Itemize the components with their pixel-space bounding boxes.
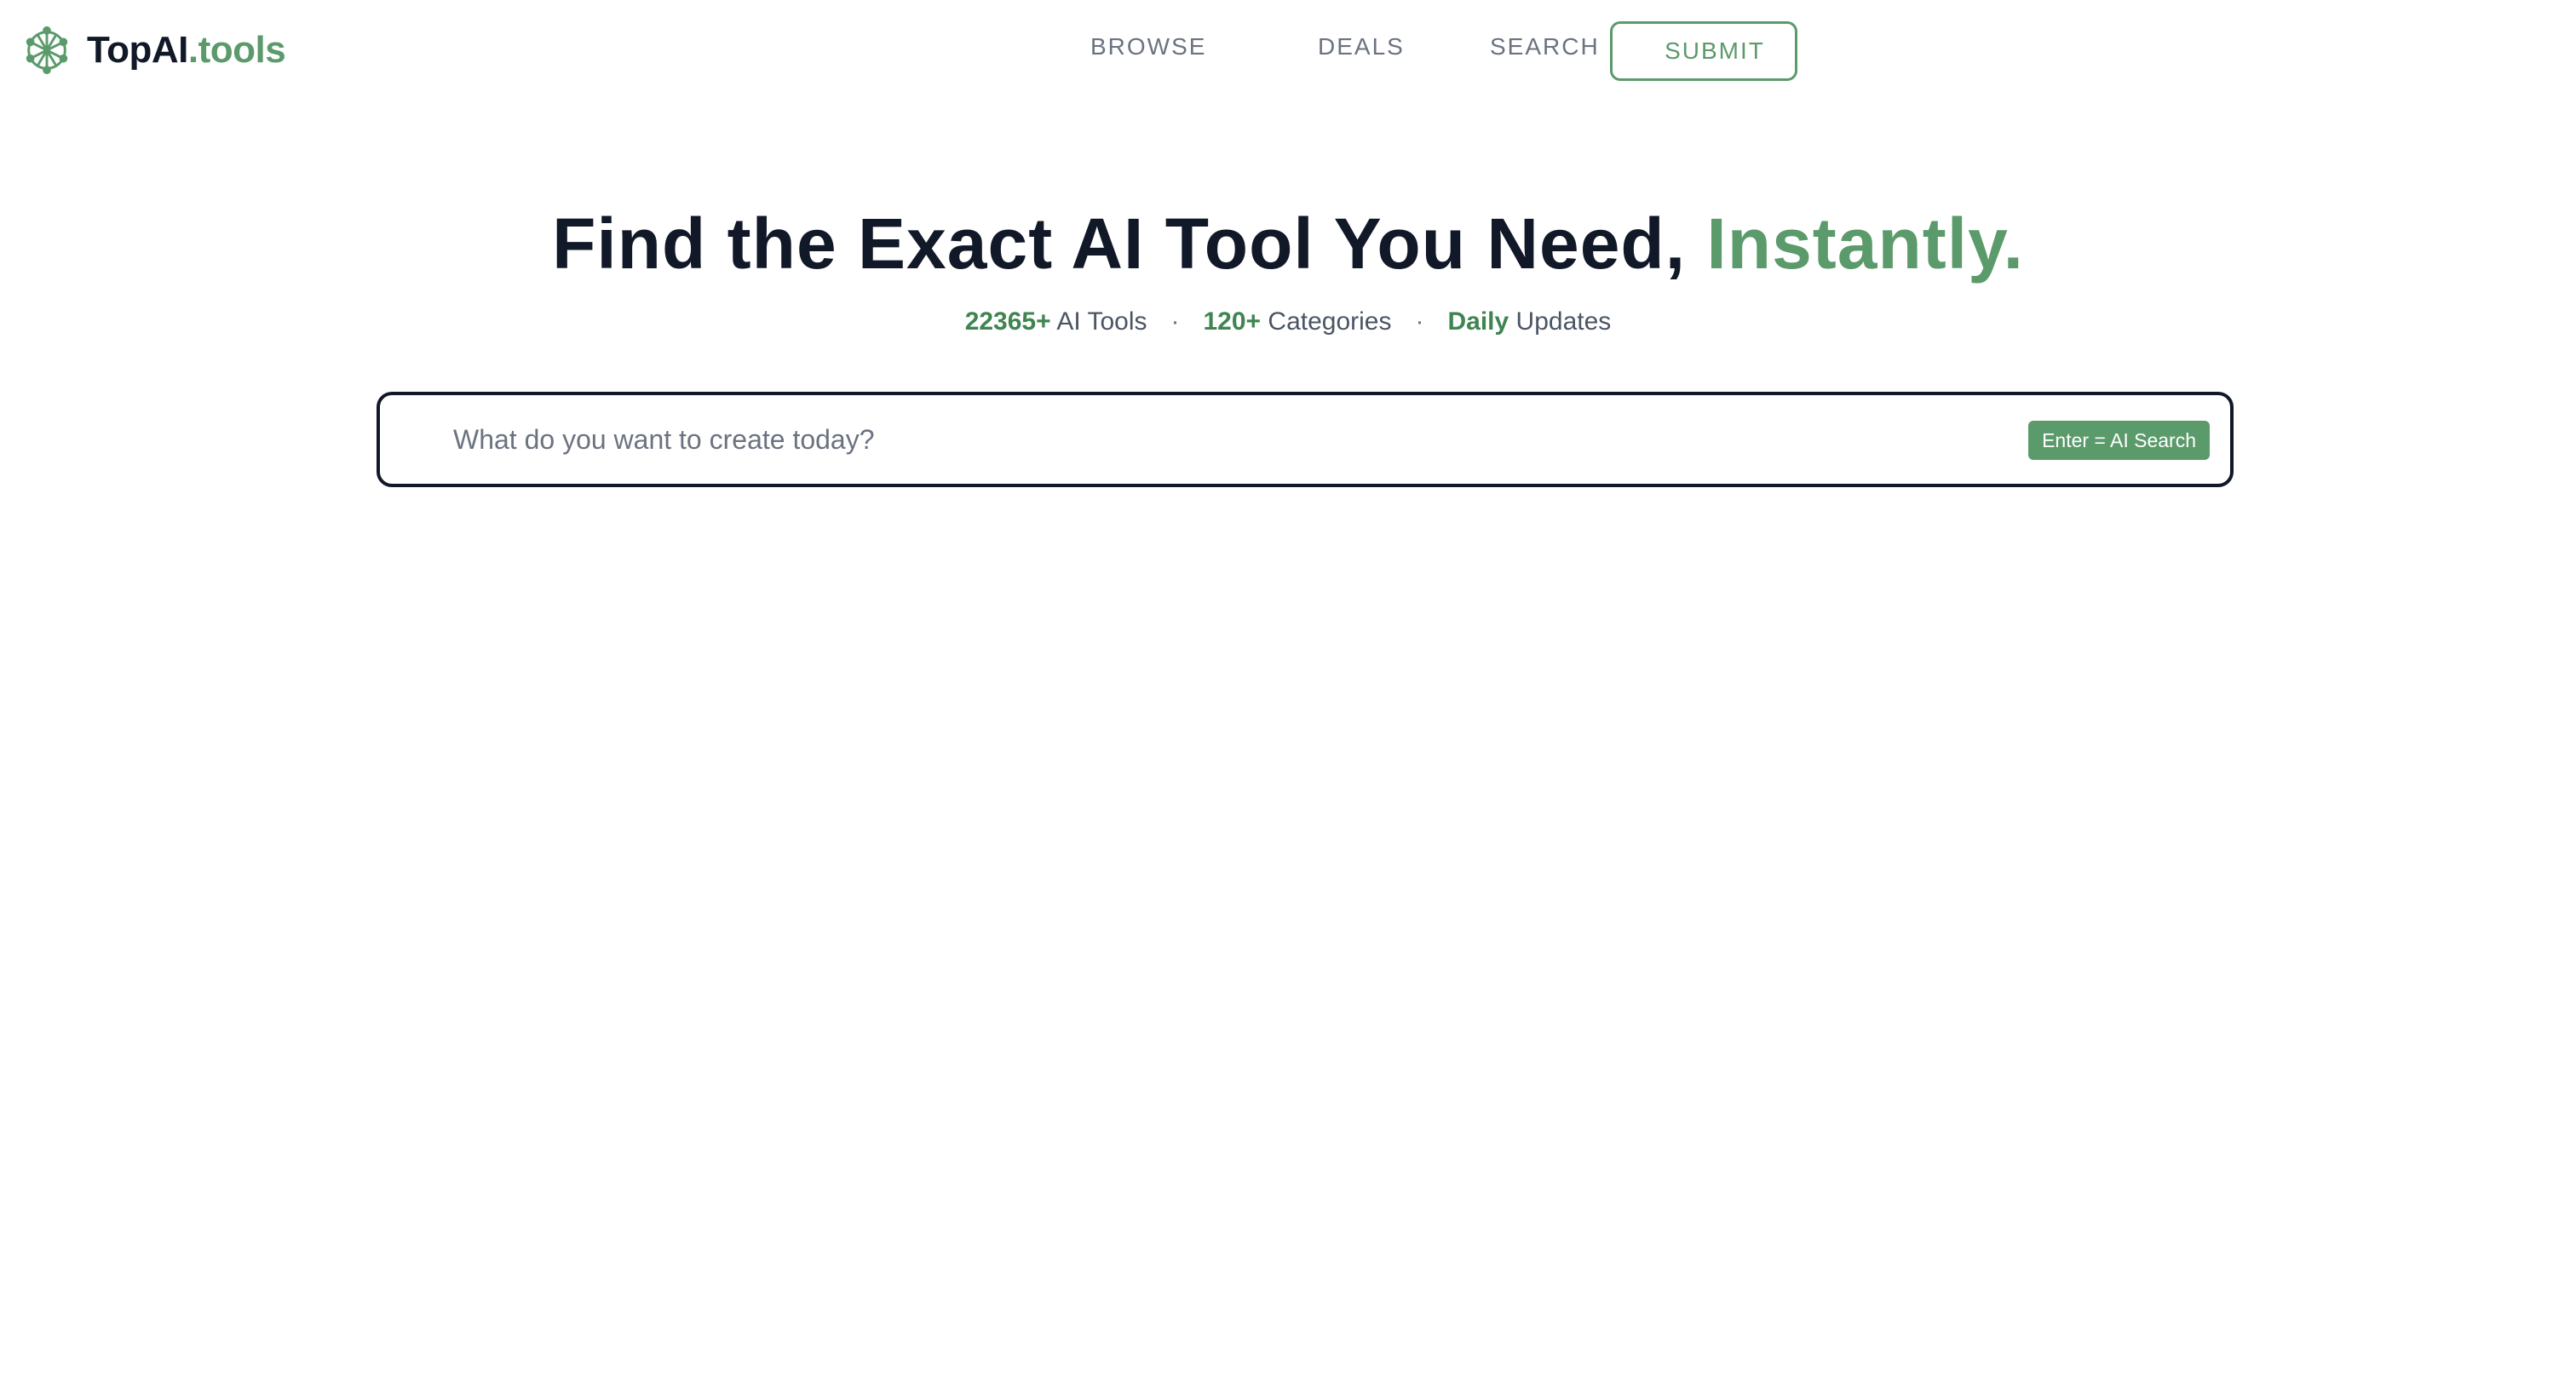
- hero-title: Find the Exact AI Tool You Need, Instant…: [0, 204, 2576, 283]
- search-input[interactable]: [453, 395, 1987, 484]
- stat-categories: 120+ Categories: [1204, 307, 1392, 336]
- site-header: TopAI.tools BROWSE DEALS SEARCH SUBMIT: [0, 0, 2576, 102]
- stat-updates: Daily Updates: [1448, 307, 1612, 336]
- stat-separator: ·: [1415, 307, 1424, 336]
- stat-tools-label: AI Tools: [1050, 307, 1147, 336]
- nav-deals-link[interactable]: DEALS: [1318, 35, 1405, 59]
- main-nav: BROWSE DEALS SEARCH SUBMIT: [0, 0, 2576, 102]
- submit-button[interactable]: SUBMIT: [1610, 21, 1797, 81]
- stat-separator: ·: [1170, 307, 1180, 336]
- page: TopAI.tools BROWSE DEALS SEARCH SUBMIT F…: [0, 0, 2576, 1378]
- ai-search-badge[interactable]: Enter = AI Search: [2028, 421, 2210, 460]
- search-box: Enter = AI Search: [377, 392, 2234, 487]
- stat-tools: 22365+ AI Tools: [965, 307, 1147, 336]
- nav-search-link[interactable]: SEARCH: [1490, 35, 1600, 59]
- hero-title-accent: Instantly.: [1706, 204, 2024, 284]
- hero-title-main: Find the Exact AI Tool You Need,: [552, 204, 1707, 284]
- stat-categories-label: Categories: [1261, 307, 1392, 336]
- stat-updates-highlight: Daily: [1447, 307, 1509, 336]
- nav-browse-link[interactable]: BROWSE: [1090, 35, 1206, 59]
- stat-categories-count: 120+: [1203, 307, 1262, 336]
- stat-tools-count: 22365+: [964, 307, 1051, 336]
- stat-updates-label: Updates: [1509, 307, 1612, 336]
- stats-bar: 22365+ AI Tools · 120+ Categories · Daily Up…: [0, 307, 2576, 337]
